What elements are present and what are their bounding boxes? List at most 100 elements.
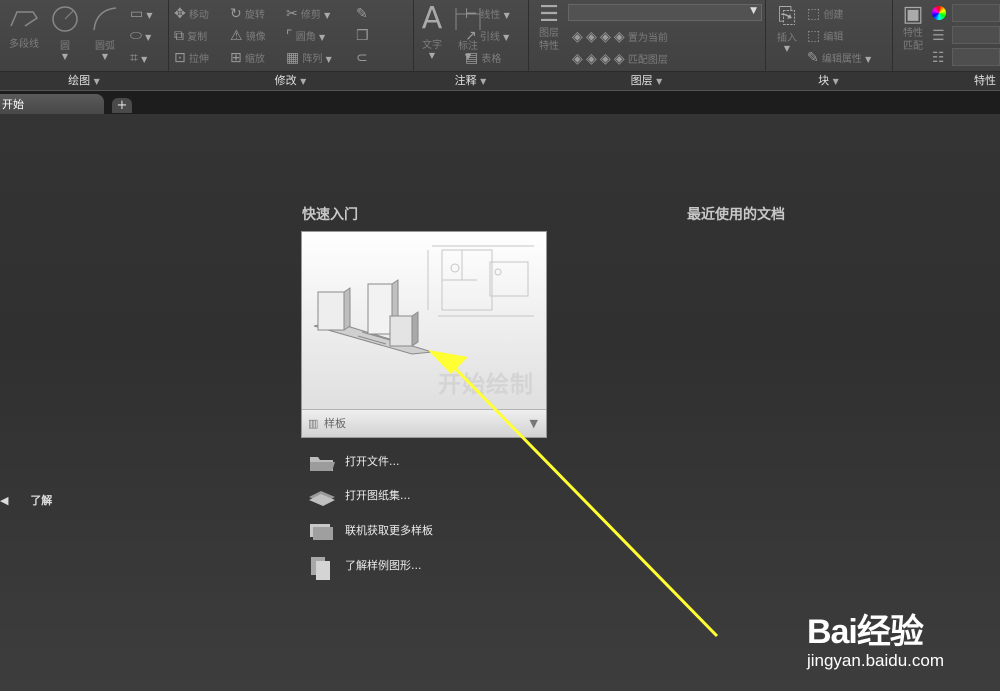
edit-attributes-label: 编辑属性 (821, 54, 862, 65)
linear-dropdown-icon: ▼ (503, 11, 510, 20)
layers-panel-title[interactable]: 图层 ▼ (528, 71, 765, 90)
explode-button[interactable]: ❒ (356, 28, 369, 44)
linear-icon: ⊢ (465, 6, 478, 22)
edit-block-button[interactable]: ⬚ 编辑 (807, 28, 843, 44)
draw-panel: 多段线 圆 ▼ 圆弧 ▼ ▭ ▼ ⬭ ▼ ⌗ ▼ 绘图 ▼ (0, 0, 169, 90)
arc-icon (93, 7, 117, 31)
start-drawing-card[interactable]: 开始绘制 ▥ 样板 ▼ (301, 231, 547, 438)
rectangle-button[interactable]: ▭ ▼ (130, 6, 153, 22)
ellipse-icon: ⬭ (130, 28, 142, 44)
layer-properties-button[interactable]: ☰ 图层 特性 (532, 2, 566, 53)
create-block-icon: ⬚ (807, 6, 821, 22)
text-button[interactable]: A 文字 ▼ (417, 1, 447, 61)
polyline-icon (10, 11, 39, 27)
leader-button[interactable]: ↗ 引线 ▼ (465, 28, 509, 44)
watermark-brand: Bai经验 (806, 613, 924, 651)
hatch-button[interactable]: ⌗ ▼ (130, 50, 147, 66)
ellipse-button[interactable]: ⬭ ▼ (130, 28, 151, 44)
circle-button[interactable]: 圆 ▼ (48, 4, 82, 61)
move-button[interactable]: ✥ 移动 (174, 6, 209, 22)
annotation-panel-title[interactable]: 注释 ▼ (413, 71, 528, 90)
layers-panel-expand-icon: ▼ (656, 77, 663, 86)
create-block-button[interactable]: ⬚ 创建 (807, 6, 843, 22)
edit-label: 编辑 (823, 32, 844, 43)
layer-off-icon: ◈ (572, 29, 583, 45)
draw-panel-expand-icon: ▼ (93, 77, 100, 86)
lineweight-icon[interactable]: ☰ (932, 28, 945, 44)
draw-panel-title[interactable]: 绘图 ▼ (0, 71, 168, 90)
stretch-label: 拉伸 (188, 54, 209, 65)
match-properties-icon: ▣ (902, 2, 924, 27)
array-button[interactable]: ▦ 阵列 ▼ (286, 50, 332, 66)
circle-icon (52, 6, 78, 32)
copy-button[interactable]: ⧉ 复制 (174, 28, 207, 44)
leader-dropdown-icon: ▼ (503, 33, 510, 42)
edit-attributes-button[interactable]: ✎ 编辑属性 ▼ (807, 50, 871, 66)
linetype-dropdown[interactable] (952, 48, 1000, 66)
get-more-templates-label: 联机获取更多样板 (345, 524, 433, 537)
sheet-set-icon (309, 491, 335, 506)
erase-button[interactable]: ✎ (356, 6, 368, 22)
layer-tools-row-1[interactable]: ◈ ◈ ◈ ◈ 置为当前 (572, 29, 668, 45)
layer-thaw-icon: ◈ (599, 51, 611, 67)
erase-icon: ✎ (356, 6, 368, 22)
leader-icon: ↗ (465, 28, 477, 44)
annotation-panel: A 文字 ▼ 标注 ▼ ⊢ 线性 ▼ ↗ 引线 ▼ ▤ 表格 注释 ▼ (413, 0, 529, 90)
linear-button[interactable]: ⊢ 线性 ▼ (465, 6, 510, 22)
block-panel-title[interactable]: 块 ▼ (765, 71, 892, 90)
block-panel-title-label: 块 (818, 74, 830, 87)
template-selector[interactable]: ▥ 样板 ▼ (302, 409, 546, 437)
trim-button[interactable]: ✂ 修剪 ▼ (286, 6, 330, 22)
properties-panel-title[interactable]: 特性 (892, 71, 1000, 90)
scale-button[interactable]: ⊞ 缩放 (230, 50, 265, 66)
match-properties-button[interactable]: ▣ 特性 匹配 (896, 2, 930, 53)
new-tab-button[interactable]: + (112, 98, 132, 113)
watermark-url: jingyan.baidu.com (806, 651, 944, 670)
polyline-button[interactable]: 多段线 (4, 4, 44, 50)
mirror-label: 镜像 (245, 32, 266, 43)
mirror-button[interactable]: ⚠ 镜像 (230, 28, 266, 44)
properties-panel: ▣ 特性 匹配 ☰ ☷ 特性 (892, 0, 1000, 90)
block-panel-expand-icon: ▼ (832, 77, 839, 86)
match-properties-label: 特性 匹配 (903, 28, 923, 52)
color-dropdown[interactable] (952, 4, 1000, 22)
rotate-button[interactable]: ↻ 旋转 (230, 6, 265, 22)
insert-button[interactable]: ⎘ 插入 ▼ (769, 4, 805, 53)
learn-nav-button[interactable]: ◀ 了解 (0, 492, 52, 508)
lineweight-dropdown[interactable] (952, 26, 1000, 44)
table-label: 表格 (481, 54, 502, 65)
layer-lock-icon: ◈ (613, 29, 625, 45)
array-label: 阵列 (302, 54, 323, 65)
text-icon: A (421, 1, 443, 36)
arc-button[interactable]: 圆弧 ▼ (88, 4, 122, 61)
mirror-icon: ⚠ (230, 28, 243, 44)
trim-icon: ✂ (286, 6, 298, 22)
arc-dropdown-icon[interactable]: ▼ (88, 52, 122, 61)
edit-attributes-dropdown-icon: ▼ (865, 55, 872, 64)
chevron-left-icon: ◀ (0, 494, 9, 507)
modify-panel-title[interactable]: 修改 ▼ (168, 71, 413, 90)
fillet-button[interactable]: ⌜ 圆角 ▼ (286, 28, 325, 44)
template-dropdown-icon[interactable]: ▼ (530, 410, 538, 437)
match-layer-label[interactable]: 匹配图层 (628, 55, 668, 66)
linear-label: 线性 (480, 10, 501, 21)
layer-dropdown[interactable]: ▼ (568, 4, 762, 21)
table-button[interactable]: ▤ 表格 (465, 50, 501, 66)
file-tab-strip: 开始 + (0, 90, 1000, 115)
offset-button[interactable]: ⊂ (356, 50, 368, 66)
layer-tools-row-2[interactable]: ◈ ◈ ◈ ◈ 匹配图层 (572, 51, 668, 67)
hatch-icon: ⌗ (130, 50, 138, 66)
properties-panel-title-label: 特性 (974, 74, 996, 87)
leader-label: 引线 (479, 32, 500, 43)
sample-drawings-icon (311, 557, 330, 580)
table-icon: ▤ (465, 50, 479, 66)
linetype-icon[interactable]: ☷ (932, 50, 945, 66)
tab-start[interactable]: 开始 (0, 94, 104, 115)
color-wheel-icon[interactable] (932, 6, 946, 20)
set-current-label[interactable]: 置为当前 (628, 33, 668, 44)
scale-label: 缩放 (244, 54, 265, 65)
plus-icon: + (116, 98, 128, 113)
circle-dropdown-icon[interactable]: ▼ (48, 52, 82, 61)
array-dropdown-icon: ▼ (325, 55, 332, 64)
stretch-button[interactable]: ⊡ 拉伸 (174, 50, 209, 66)
